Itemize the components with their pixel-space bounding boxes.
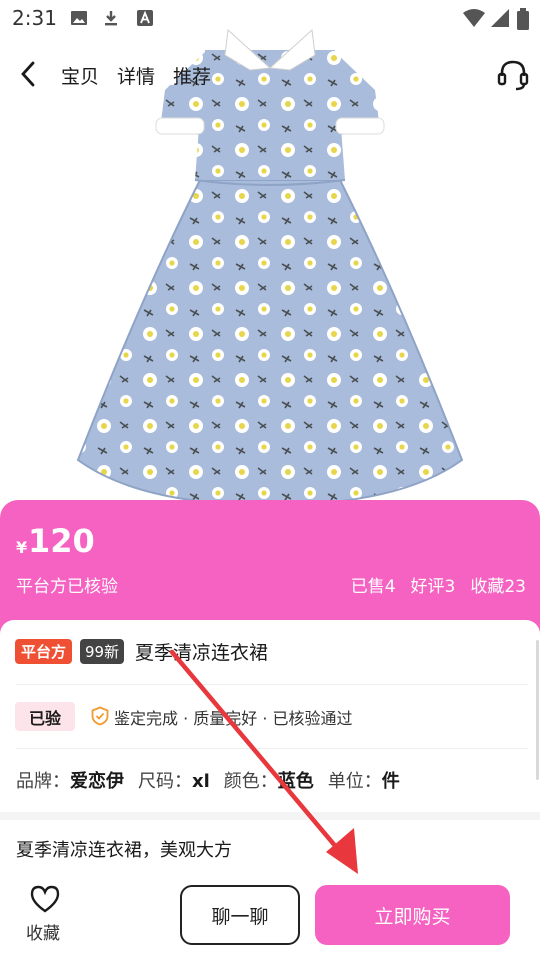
- annotation-arrow: [169, 649, 358, 874]
